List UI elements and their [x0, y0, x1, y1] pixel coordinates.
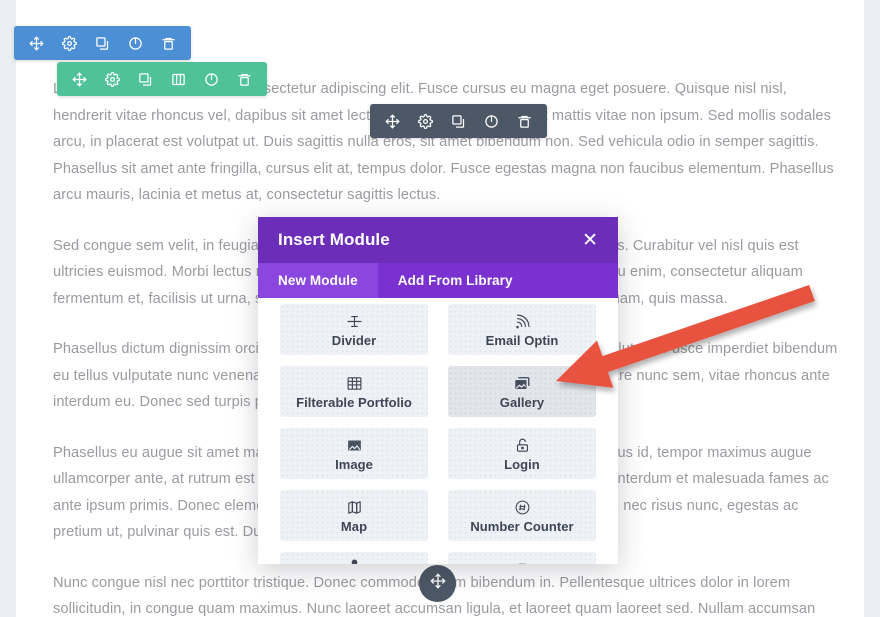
hash-circle-icon — [514, 497, 531, 516]
add-module-round-button[interactable] — [419, 565, 456, 602]
duplicate-icon[interactable] — [90, 31, 115, 56]
module-tile-gallery[interactable]: Gallery — [448, 366, 596, 417]
toggle-icon[interactable] — [123, 31, 148, 56]
insert-module-modal: Insert Module ✕ New Module Add From Libr… — [258, 217, 618, 564]
duplicate-icon[interactable] — [133, 67, 158, 92]
tab-add-from-library[interactable]: Add From Library — [378, 263, 533, 298]
module-tile-label: Image — [335, 457, 373, 472]
close-icon[interactable]: ✕ — [582, 230, 598, 250]
gear-icon[interactable] — [57, 31, 82, 56]
move-icon — [430, 573, 446, 594]
row-settings-toolbar[interactable] — [14, 26, 191, 60]
gear-icon[interactable] — [413, 109, 438, 134]
module-tile-label: Login — [504, 457, 540, 472]
divider-icon — [346, 311, 363, 330]
trash-icon[interactable] — [156, 31, 181, 56]
modal-title: Insert Module — [278, 230, 390, 249]
module-tile[interactable] — [280, 552, 428, 564]
trash-icon[interactable] — [232, 67, 257, 92]
move-icon[interactable] — [67, 67, 92, 92]
module-tile-image[interactable]: Image — [280, 428, 428, 479]
module-tile-map[interactable]: Map — [280, 490, 428, 541]
module-tile-label: Gallery — [499, 395, 545, 410]
left-page-gutter — [0, 0, 16, 617]
duplicate-icon[interactable] — [446, 109, 471, 134]
module-list-scroll-area[interactable]: Divider Email Optin Filterable Portfolio Ga… — [258, 298, 618, 564]
modal-tab-bar: New Module Add From Library — [258, 263, 618, 298]
modal-header: Insert Module ✕ — [258, 217, 618, 263]
module-tile[interactable] — [448, 552, 596, 564]
module-tile-label: Filterable Portfolio — [296, 395, 412, 410]
toggle-icon[interactable] — [199, 67, 224, 92]
move-icon[interactable] — [24, 31, 49, 56]
lock-icon — [514, 435, 531, 454]
gallery-icon — [513, 373, 531, 392]
module-tile-divider[interactable]: Divider — [280, 304, 428, 355]
rss-icon — [514, 311, 531, 330]
module-tile-label: Map — [340, 519, 368, 534]
gear-icon[interactable] — [100, 67, 125, 92]
image-icon — [346, 435, 363, 454]
module-tile-label: Divider — [331, 333, 377, 348]
module-tile-filterable-portfolio[interactable]: Filterable Portfolio — [280, 366, 428, 417]
map-icon — [346, 497, 363, 516]
module-tile-label: Email Optin — [485, 333, 559, 348]
module-tile-email-optin[interactable]: Email Optin — [448, 304, 596, 355]
module-grid: Divider Email Optin Filterable Portfolio Ga… — [280, 304, 596, 564]
section-settings-toolbar[interactable] — [57, 62, 267, 96]
move-icon[interactable] — [380, 109, 405, 134]
minus-icon — [514, 554, 531, 564]
module-tile-number-counter[interactable]: Number Counter — [448, 490, 596, 541]
trash-icon[interactable] — [512, 109, 537, 134]
grid-icon — [346, 373, 363, 392]
right-page-gutter — [864, 0, 880, 617]
tab-new-module[interactable]: New Module — [258, 263, 378, 298]
columns-icon[interactable] — [166, 67, 191, 92]
toggle-icon[interactable] — [479, 109, 504, 134]
module-settings-toolbar[interactable] — [370, 104, 547, 138]
module-tile-label: Number Counter — [470, 519, 574, 534]
module-tile-login[interactable]: Login — [448, 428, 596, 479]
pin-icon — [346, 554, 363, 564]
